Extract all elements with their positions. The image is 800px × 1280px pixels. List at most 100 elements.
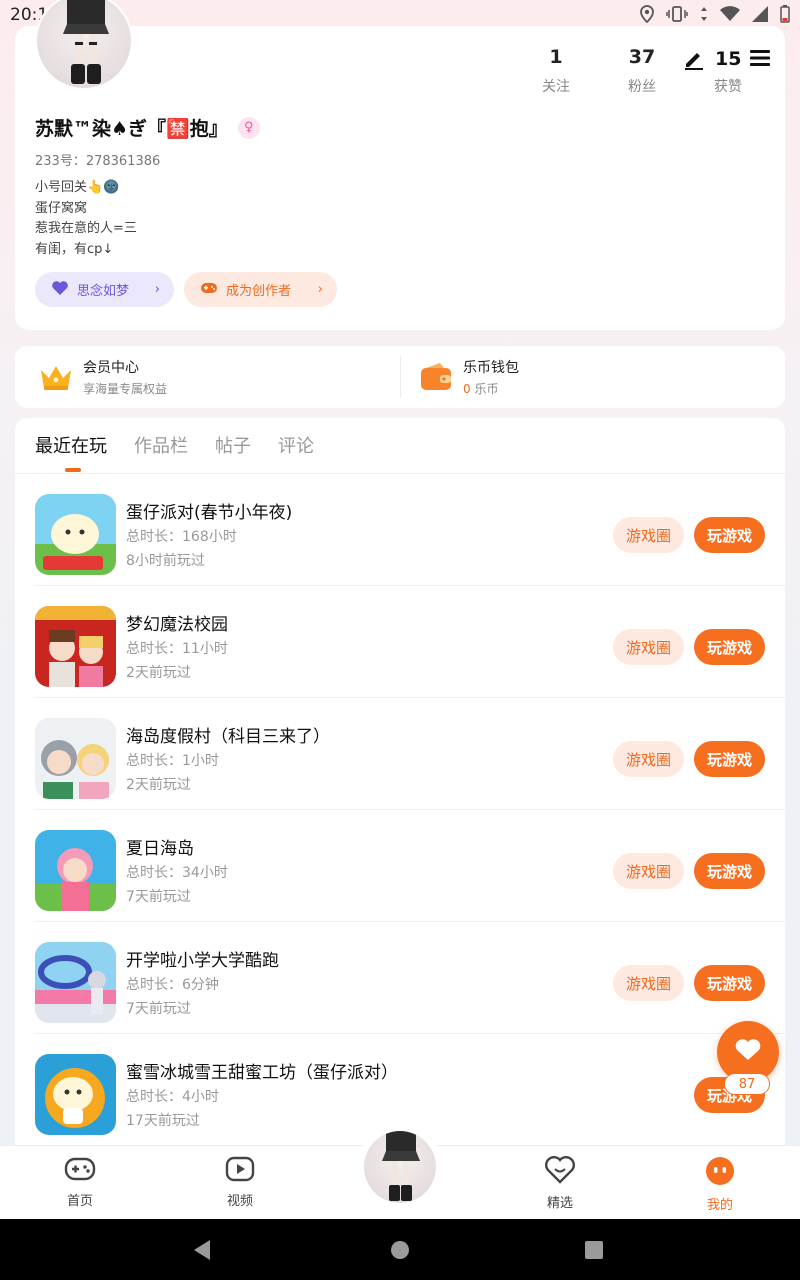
signal-icon [752,6,768,26]
game-circle-button[interactable]: 游戏圈 [613,965,684,1001]
stat-label: 获赞 [714,79,742,95]
game-name: 海岛度假村（科目三来了） [126,727,330,747]
profile-card: 1 关注 37 粉丝 15 获赞 15 苏默™染♠ぎ『🈲抱』 ♀ 233号：27… [15,0,785,330]
badge-chip-label: 思念如梦 [77,284,130,299]
play-game-button[interactable]: 玩游戏 [694,517,765,553]
vibrate-icon [666,6,688,26]
member-center-subtitle: 享海量专属权益 [83,382,168,396]
home-icon[interactable] [390,1239,410,1265]
game-duration: 总时长：11小时 [126,641,228,657]
heart-icon [734,1038,762,1066]
play-game-button[interactable]: 玩游戏 [694,965,765,1001]
play-game-button[interactable]: 玩游戏 [694,741,765,777]
bio-line: 有闺，有cp↓ [35,241,114,257]
tab-recent[interactable]: 最近在玩 [35,432,107,472]
back-icon[interactable] [192,1239,212,1265]
game-duration: 总时长：34小时 [126,865,228,881]
member-wallet-card: 会员中心 享海量专属权益 乐币钱包 0 乐币 [15,346,785,408]
nav-featured[interactable]: 精选 [520,1156,600,1211]
nav-video[interactable]: 视频 [200,1156,280,1209]
wallet-icon [419,360,453,394]
wallet-amount: 0 [463,382,471,396]
become-creator-label: 成为创作者 [226,284,292,299]
tab-works[interactable]: 作品栏 [134,432,188,458]
nav-home[interactable]: 首页 [40,1156,120,1209]
game-last-played: 2天前玩过 [126,665,191,681]
game-thumbnail [35,942,116,1023]
game-duration: 总时长：4小时 [126,1089,219,1105]
system-nav-bar [0,1219,800,1280]
game-name: 梦幻魔法校园 [126,615,228,635]
like-count-overlay: 15 [715,48,742,70]
game-circle-button[interactable]: 游戏圈 [613,853,684,889]
nav-center-avatar[interactable] [358,1125,442,1209]
game-name: 夏日海岛 [126,839,194,859]
stat-label: 关注 [542,79,570,95]
nav-label: 首页 [66,1194,93,1209]
menu-icon[interactable] [749,48,771,75]
nav-me[interactable]: 我的 [680,1156,760,1213]
games-card: 最近在玩 作品栏 帖子 评论 蛋仔派对(春节小年夜) 总时长：168小时 8小时… [15,418,785,1158]
avatar[interactable] [35,0,133,90]
game-row[interactable]: 开学啦小学大学酷跑 总时长：6分钟 7天前玩过 游戏圈 玩游戏 [15,922,785,1034]
game-thumbnail [35,494,116,575]
status-icons [640,5,790,27]
game-thumbnail [35,1054,116,1135]
game-row[interactable]: 夏日海岛 总时长：34小时 7天前玩过 游戏圈 玩游戏 [15,810,785,922]
bio-line: 小号回关👆🌚 [35,180,120,195]
game-last-played: 7天前玩过 [126,889,191,905]
floating-like-count: 87 [724,1073,770,1095]
data-arrows-icon [700,6,708,26]
game-circle-button[interactable]: 游戏圈 [613,517,684,553]
become-creator-chip[interactable]: 成为创作者 › [184,272,337,307]
play-game-button[interactable]: 玩游戏 [694,853,765,889]
game-row[interactable]: 梦幻魔法校园 总时长：11小时 2天前玩过 游戏圈 玩游戏 [15,586,785,698]
stat-followers[interactable]: 37 粉丝 [599,46,685,96]
game-last-played: 17天前玩过 [126,1113,200,1129]
username-row: 苏默™染♠ぎ『🈲抱』 ♀ [35,114,260,141]
member-center[interactable]: 会员中心 享海量专属权益 [39,346,167,408]
wifi-icon [720,6,740,26]
gamepad-icon [200,281,218,299]
edit-icon[interactable] [683,48,705,75]
game-row[interactable]: 海岛度假村（科目三来了） 总时长：1小时 2天前玩过 游戏圈 玩游戏 [15,698,785,810]
stat-num: 37 [628,46,656,68]
game-duration: 总时长：6分钟 [126,977,219,993]
nav-label: 我的 [706,1198,733,1213]
stat-following[interactable]: 1 关注 [513,46,599,96]
wallet-balance: 0 乐币 [463,380,519,397]
game-duration: 总时长：168小时 [126,529,237,545]
video-icon [200,1156,280,1186]
game-last-played: 2天前玩过 [126,777,191,793]
wallet-unit: 乐币 [474,382,499,396]
game-duration: 总时长：1小时 [126,753,219,769]
gender-female-icon: ♀ [237,116,260,139]
stat-label: 粉丝 [628,79,656,95]
play-game-button[interactable]: 玩游戏 [694,629,765,665]
wallet[interactable]: 乐币钱包 0 乐币 [419,346,519,408]
game-name: 蜜雪冰城雪王甜蜜工坊（蛋仔派对） [126,1063,398,1083]
game-thumbnail [35,718,116,799]
chevron-right-icon: › [317,282,323,297]
tab-comments[interactable]: 评论 [278,432,314,458]
recents-icon[interactable] [584,1239,604,1265]
crown-icon [39,360,73,394]
nav-label: 精选 [546,1196,573,1211]
game-row[interactable]: 蛋仔派对(春节小年夜) 总时长：168小时 8小时前玩过 游戏圈 玩游戏 [15,474,785,586]
tab-posts[interactable]: 帖子 [215,432,251,458]
profile-top-actions: 15 [683,48,771,75]
game-name: 蛋仔派对(春节小年夜) [126,503,293,523]
game-circle-button[interactable]: 游戏圈 [613,629,684,665]
user-id[interactable]: 233号：278361386 [35,150,160,169]
heart-icon [51,280,69,300]
game-thumbnail [35,606,116,687]
badge-chip[interactable]: 思念如梦 › [35,272,174,307]
username: 苏默™染♠ぎ『🈲抱』 [35,118,228,140]
game-thumbnail [35,830,116,911]
wallet-title: 乐币钱包 [463,360,519,376]
battery-icon [780,5,790,27]
game-circle-button[interactable]: 游戏圈 [613,741,684,777]
game-last-played: 8小时前玩过 [126,553,205,569]
gamepad-icon [40,1156,120,1186]
bio: 小号回关👆🌚 蛋仔窝窝 惹我在意的人=三 有闺，有cp↓ [35,178,137,260]
